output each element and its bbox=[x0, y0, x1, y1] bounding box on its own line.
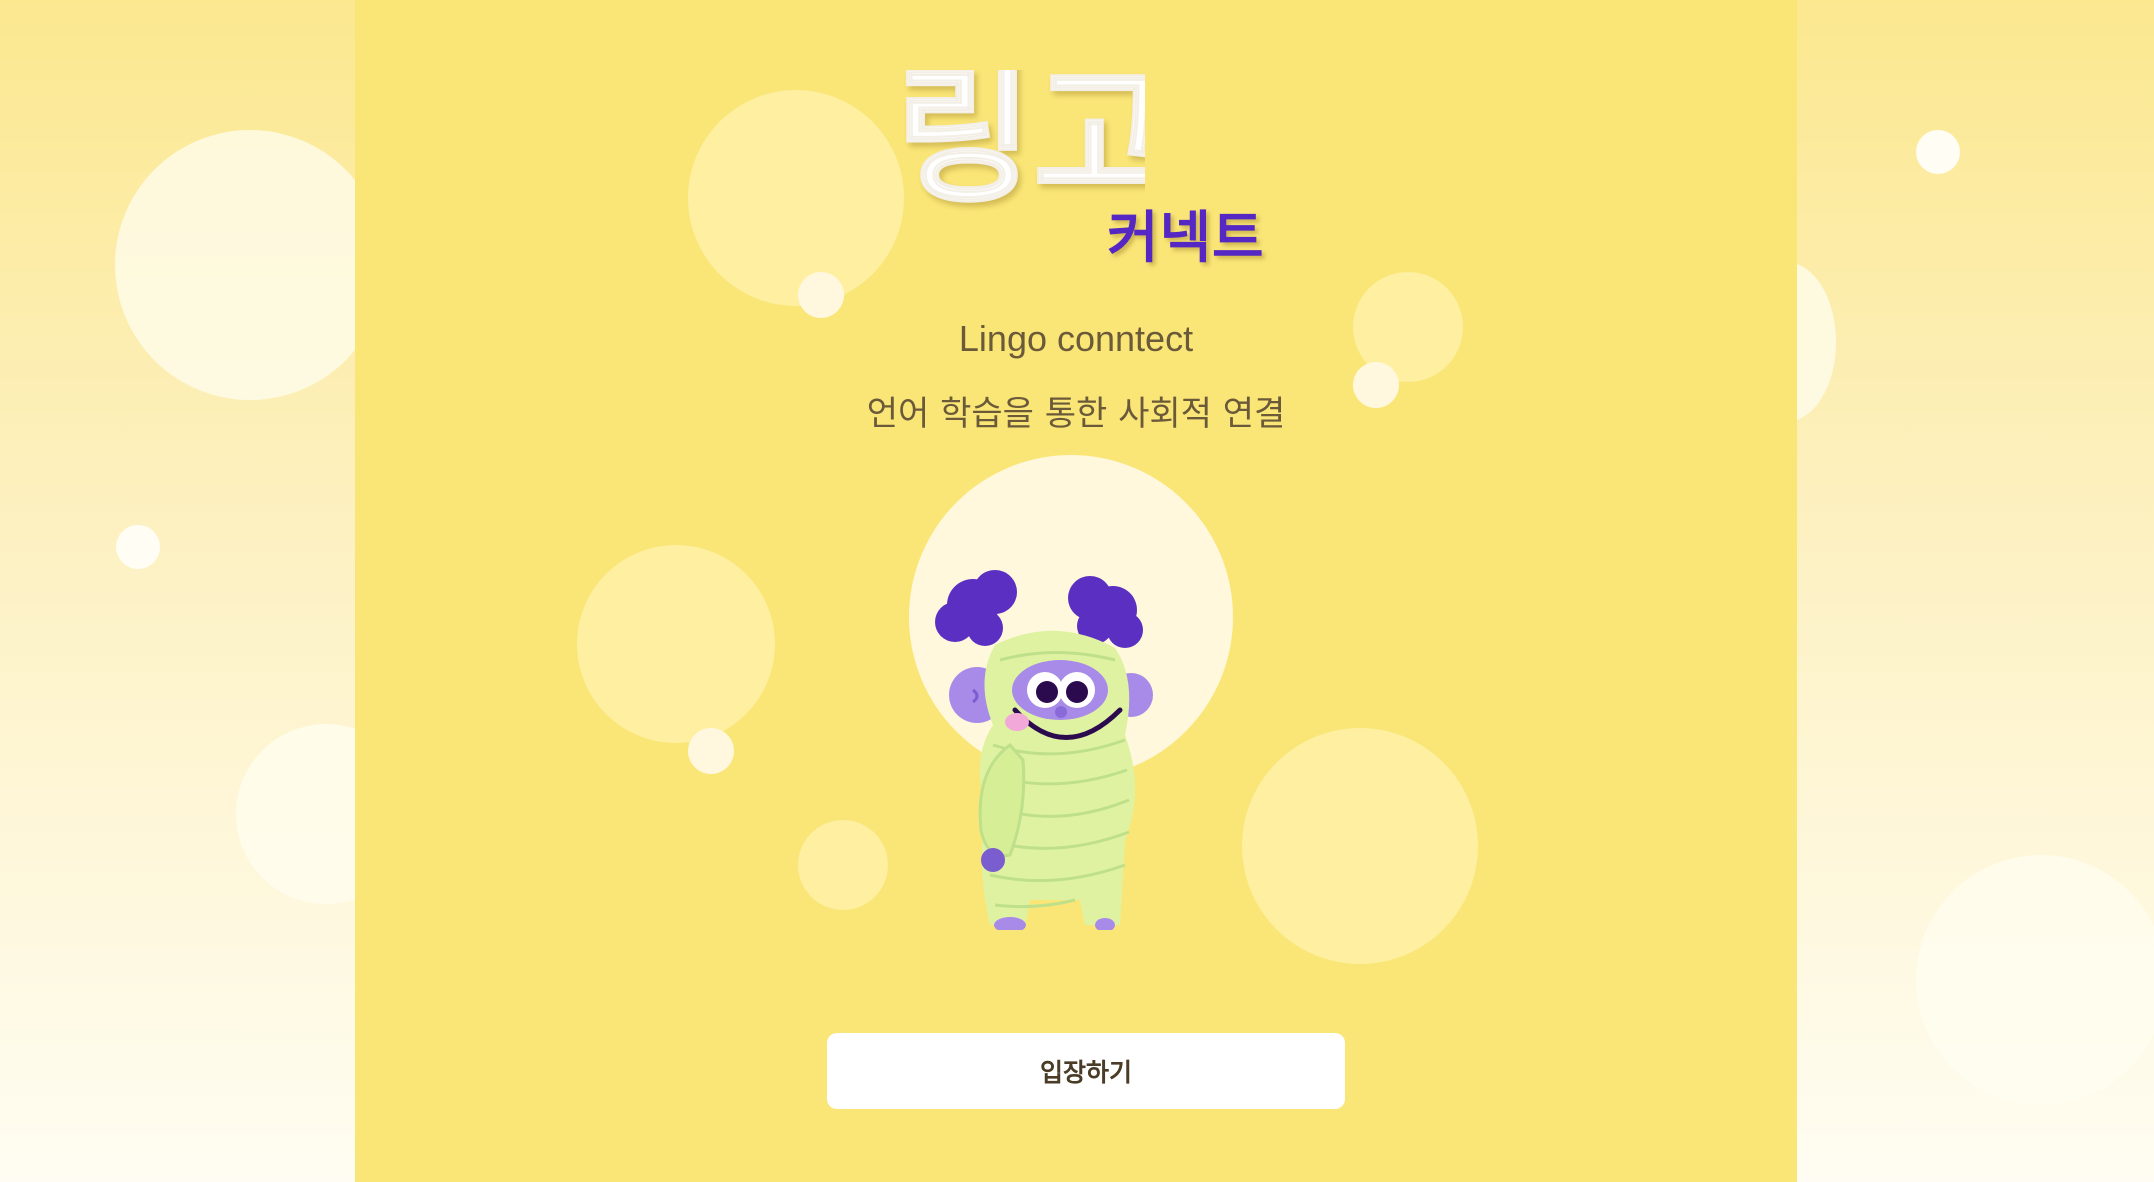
decorative-bubble bbox=[798, 820, 888, 910]
decorative-bubble bbox=[577, 545, 775, 743]
background-bubble bbox=[116, 525, 160, 569]
subtitle-english: Lingo conntect bbox=[958, 318, 1194, 359]
logo-connect: 커넥트 bbox=[1107, 206, 1265, 271]
mascot-icon bbox=[935, 570, 1153, 930]
subtitle-korean: 언어 학습을 통한 사회적 연결 bbox=[866, 394, 1286, 434]
main-panel: 링고 커넥트 Lingo conntect 언어 학습을 통한 사회적 연결 입… bbox=[355, 0, 1797, 1182]
background-bubble bbox=[115, 130, 385, 400]
background-bubble bbox=[1916, 130, 1960, 174]
enter-button[interactable]: 입장하기 bbox=[827, 1033, 1345, 1109]
background-bubble bbox=[1916, 855, 2154, 1105]
decorative-bubble bbox=[688, 90, 904, 306]
decorative-bubble bbox=[1242, 728, 1478, 964]
decorative-dot bbox=[798, 272, 844, 318]
landing-page: 링고 커넥트 Lingo conntect 언어 학습을 통한 사회적 연결 입… bbox=[0, 0, 2154, 1182]
decorative-dot bbox=[688, 728, 734, 774]
